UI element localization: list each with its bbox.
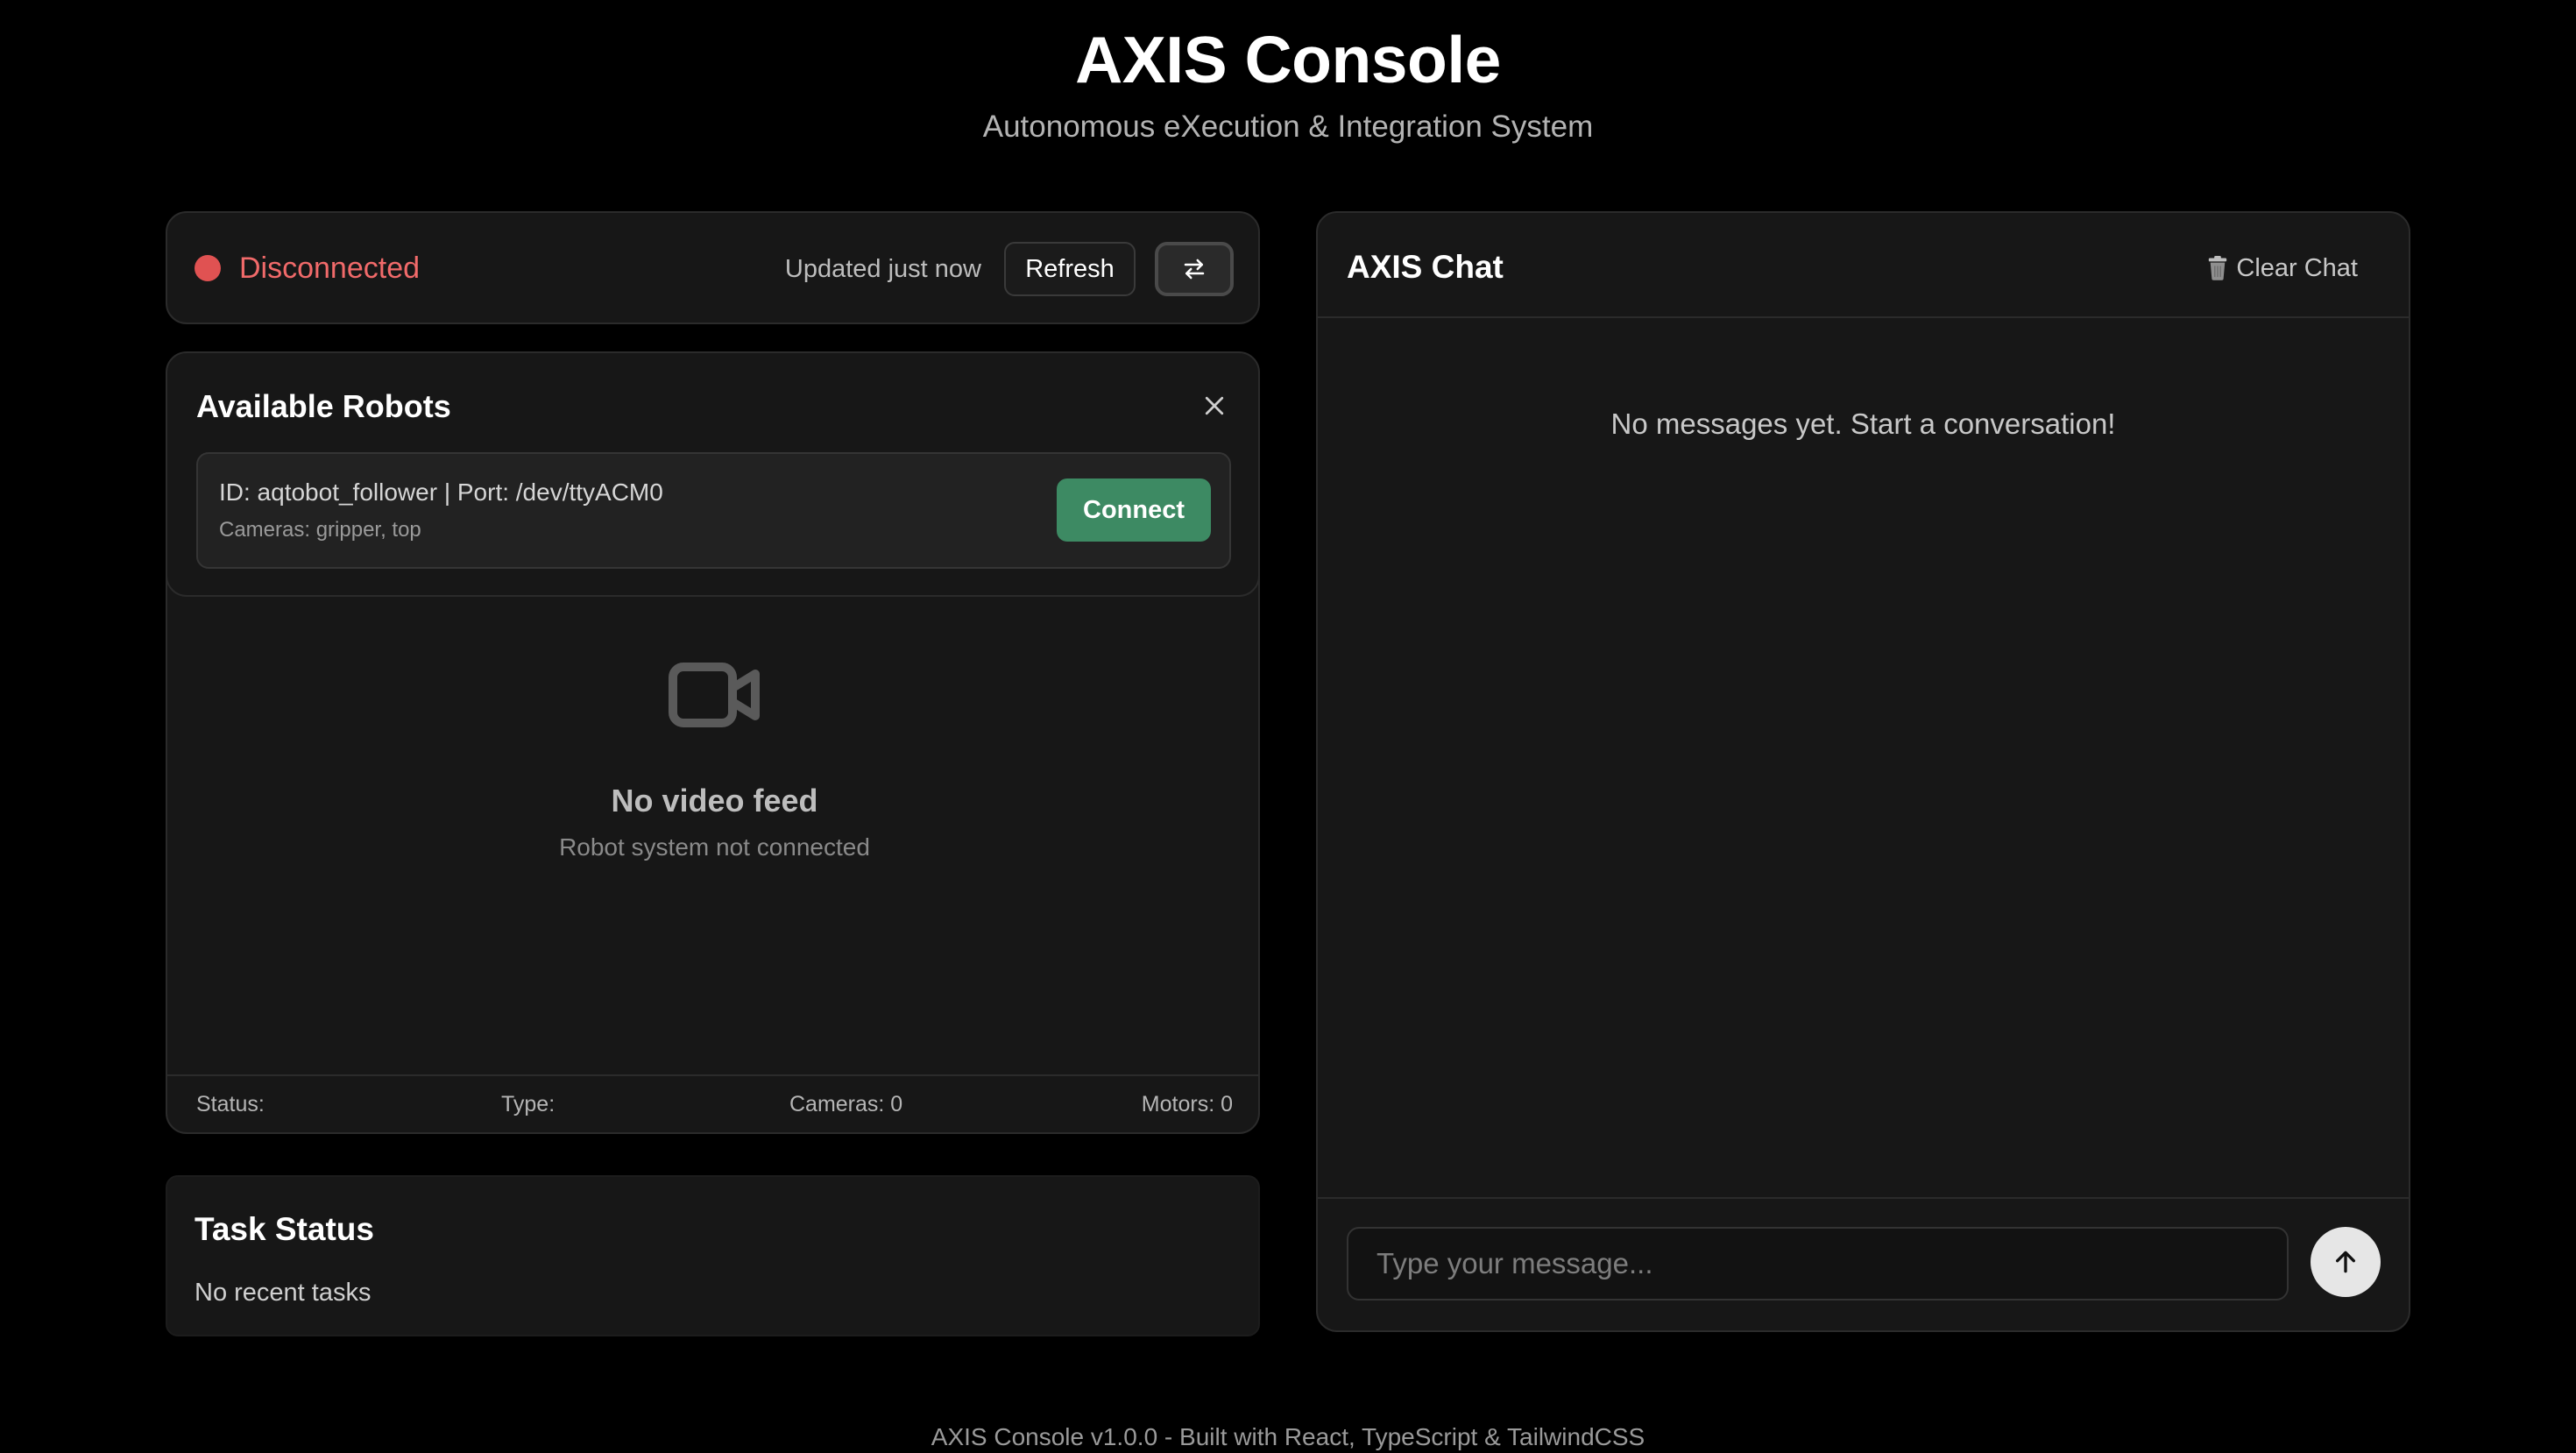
last-updated-text: Updated just now bbox=[784, 255, 981, 283]
video-placeholder: No video feed Robot system not connected bbox=[167, 660, 1258, 865]
task-status-empty: No recent tasks bbox=[195, 1279, 372, 1307]
no-video-subtitle: Robot system not connected bbox=[559, 833, 870, 861]
send-message-button[interactable] bbox=[2311, 1227, 2381, 1297]
app-subtitle: Autonomous eXecution & Integration Syste… bbox=[982, 110, 1594, 144]
clear-chat-button[interactable]: Clear Chat bbox=[2206, 248, 2358, 288]
stat-cameras: Cameras: 0 bbox=[789, 1092, 903, 1116]
robot-id-port: ID: aqtobot_follower | Port: /dev/ttyACM… bbox=[219, 478, 663, 506]
robot-list-item: ID: aqtobot_follower | Port: /dev/ttyACM… bbox=[196, 452, 1231, 569]
status-indicator-dot bbox=[195, 255, 221, 281]
chat-message-input[interactable] bbox=[1347, 1227, 2289, 1301]
chat-input-area bbox=[1318, 1197, 2409, 1330]
stat-type: Type: bbox=[501, 1092, 556, 1116]
connection-status: Disconnected bbox=[239, 252, 421, 285]
task-status-card: Task Status No recent tasks bbox=[166, 1175, 1260, 1336]
task-status-title: Task Status bbox=[195, 1211, 374, 1247]
app-title: AXIS Console bbox=[1075, 23, 1501, 96]
stat-status: Status: bbox=[196, 1092, 265, 1116]
video-feed-card: Available Robots ID: aqtobot_follower | … bbox=[166, 351, 1260, 1134]
chat-empty-state: No messages yet. Start a conversation! bbox=[1610, 408, 2116, 440]
available-robots-panel: Available Robots ID: aqtobot_follower | … bbox=[167, 353, 1258, 597]
video-camera-icon bbox=[668, 663, 760, 727]
app-footer: AXIS Console v1.0.0 - Built with React, … bbox=[931, 1423, 1645, 1450]
switch-robot-button[interactable] bbox=[1155, 242, 1234, 296]
arrow-up-icon bbox=[2336, 1251, 2355, 1273]
connect-robot-button[interactable]: Connect bbox=[1057, 478, 1211, 542]
available-robots-title: Available Robots bbox=[196, 388, 451, 424]
chat-panel: AXIS Chat Clear Chat No messages yet. St… bbox=[1316, 211, 2410, 1332]
robot-cameras: Cameras: gripper, top bbox=[219, 518, 421, 542]
close-icon[interactable] bbox=[1201, 393, 1228, 419]
no-video-title: No video feed bbox=[611, 783, 818, 819]
chat-header: AXIS Chat Clear Chat bbox=[1318, 213, 2409, 318]
connection-bar: Disconnected Updated just now Refresh bbox=[166, 211, 1260, 324]
swap-arrows-icon bbox=[1184, 259, 1205, 280]
refresh-button[interactable]: Refresh bbox=[1004, 242, 1136, 296]
chat-title: AXIS Chat bbox=[1347, 249, 1504, 285]
trash-icon bbox=[2209, 256, 2227, 280]
robot-stats-bar: Status: Type: Cameras: 0 Motors: 0 bbox=[167, 1074, 1258, 1132]
close-robots-button[interactable] bbox=[1197, 388, 1232, 423]
app-header: AXIS Console Autonomous eXecution & Inte… bbox=[0, 18, 2576, 149]
stat-motors: Motors: 0 bbox=[1141, 1092, 1233, 1116]
clear-chat-label: Clear Chat bbox=[2236, 254, 2358, 282]
